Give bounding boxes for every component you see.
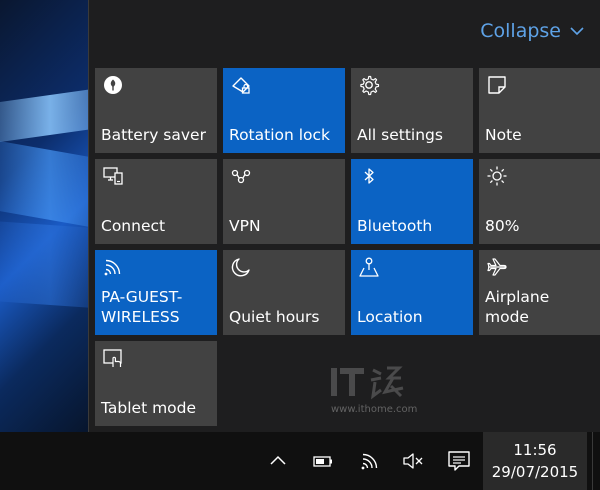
volume-button[interactable] bbox=[393, 432, 433, 490]
tile-label: Connect bbox=[101, 217, 166, 235]
volume-muted-icon bbox=[403, 453, 423, 469]
tile-label: Rotation lock bbox=[229, 126, 331, 144]
tablet-mode-icon bbox=[102, 347, 124, 369]
brightness-icon bbox=[486, 165, 508, 187]
show-desktop-button[interactable] bbox=[592, 432, 600, 490]
tile-bluetooth[interactable]: Bluetooth bbox=[351, 159, 473, 244]
watermark-url: www.ithome.com bbox=[331, 404, 418, 415]
rotation-lock-icon bbox=[230, 74, 252, 96]
battery-icon bbox=[313, 456, 332, 467]
tile-airplane-mode[interactable]: Airplane mode bbox=[479, 250, 600, 335]
tile-label: Airplane mode bbox=[485, 288, 550, 326]
tile-label: Note bbox=[485, 126, 522, 144]
battery-saver-icon bbox=[102, 74, 124, 96]
tile-label: Location bbox=[357, 308, 423, 326]
action-center-button[interactable] bbox=[437, 432, 481, 490]
airplane-icon bbox=[486, 256, 508, 278]
tile-connect[interactable]: Connect bbox=[95, 159, 217, 244]
settings-gear-icon bbox=[358, 74, 380, 96]
wifi-icon bbox=[102, 256, 124, 278]
connect-icon bbox=[102, 165, 124, 187]
ithome-watermark: www.ithome.com bbox=[329, 362, 439, 418]
action-center-panel: Collapse Battery saver Rotation lock All… bbox=[88, 0, 600, 432]
clock[interactable]: 11:56 29/07/2015 bbox=[483, 432, 587, 490]
tile-label: Quiet hours bbox=[229, 308, 320, 326]
taskbar: 11:56 29/07/2015 bbox=[0, 432, 600, 490]
network-button[interactable] bbox=[350, 432, 390, 490]
tile-label: PA-GUEST-WIRELESS bbox=[101, 288, 183, 326]
tile-all-settings[interactable]: All settings bbox=[351, 68, 473, 153]
chevron-down-icon bbox=[570, 27, 584, 36]
tile-vpn[interactable]: VPN bbox=[223, 159, 345, 244]
tile-label: Bluetooth bbox=[357, 217, 433, 235]
bluetooth-icon bbox=[358, 165, 380, 187]
clock-time: 11:56 bbox=[513, 441, 557, 459]
tile-location[interactable]: Location bbox=[351, 250, 473, 335]
tile-label: All settings bbox=[357, 126, 443, 144]
tile-tablet-mode[interactable]: Tablet mode bbox=[95, 341, 217, 426]
desktop-wallpaper bbox=[0, 0, 90, 432]
vpn-icon bbox=[230, 165, 252, 187]
clock-date: 29/07/2015 bbox=[491, 463, 579, 481]
tile-wifi-network[interactable]: PA-GUEST-WIRELESS bbox=[95, 250, 217, 335]
tile-quiet-hours[interactable]: Quiet hours bbox=[223, 250, 345, 335]
tile-battery-saver[interactable]: Battery saver bbox=[95, 68, 217, 153]
action-center-icon bbox=[448, 451, 470, 471]
location-icon bbox=[358, 256, 380, 278]
tile-rotation-lock[interactable]: Rotation lock bbox=[223, 68, 345, 153]
battery-button[interactable] bbox=[303, 432, 343, 490]
tile-brightness[interactable]: 80% bbox=[479, 159, 600, 244]
tile-label: 80% bbox=[485, 217, 520, 235]
collapse-button[interactable]: Collapse bbox=[480, 20, 585, 42]
tile-label: Battery saver bbox=[101, 126, 206, 144]
wifi-icon bbox=[361, 453, 378, 470]
ithome-logo-icon bbox=[331, 366, 404, 400]
show-hidden-icons-button[interactable] bbox=[258, 432, 298, 490]
moon-icon bbox=[230, 256, 252, 278]
collapse-label: Collapse bbox=[480, 20, 561, 42]
note-icon bbox=[486, 74, 508, 96]
tile-note[interactable]: Note bbox=[479, 68, 600, 153]
tile-label: VPN bbox=[229, 217, 261, 235]
tile-label: Tablet mode bbox=[101, 399, 197, 417]
chevron-up-icon bbox=[270, 455, 286, 465]
